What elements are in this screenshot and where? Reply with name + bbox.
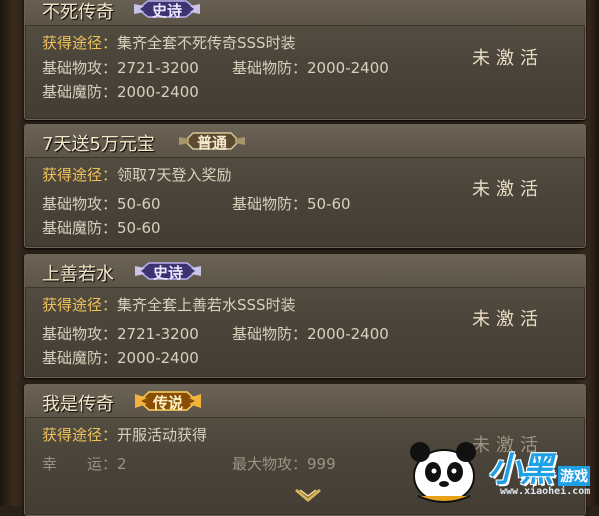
brand-text: 小黑 [488, 450, 554, 490]
rarity-badge-epic: 史诗 [134, 0, 200, 22]
fashion-card[interactable]: 不死传奇 史诗 获得途径：集齐全套不死传奇SSS时装 基础物攻：2721-320… [24, 0, 586, 120]
source-value: 集齐全套上善若水SSS时装 [117, 296, 296, 314]
card-title: 7天送5万元宝 [42, 134, 155, 155]
fashion-card[interactable]: 上善若水 史诗 获得途径：集齐全套上善若水SSS时装 基础物攻：2721-320… [24, 254, 586, 378]
source-row: 获得途径：开服活动获得 [42, 424, 207, 445]
attr-value: 2721-3200 [117, 325, 199, 343]
attr-value: 2000-2400 [117, 83, 199, 101]
attr-row-1: 基础物攻：2721-3200 [42, 57, 199, 78]
attr-value: 2000-2400 [307, 59, 389, 77]
source-label: 获得途径： [42, 34, 118, 52]
card-header: 7天送5万元宝 普通 [25, 125, 585, 158]
attr-value: 999 [307, 455, 336, 473]
attr-label: 幸 运： [42, 455, 118, 473]
attr-label: 基础物攻： [42, 325, 118, 343]
attr-label: 基础物攻： [42, 195, 118, 213]
attr-row-1: 基础物攻：2721-3200 [42, 323, 199, 344]
attr-label: 基础魔防： [42, 83, 118, 101]
attr-value: 2 [117, 455, 127, 473]
source-value: 开服活动获得 [117, 426, 208, 444]
status-inactive: 未激活 [472, 179, 544, 200]
card-header: 我是传奇 传说 [25, 385, 585, 418]
source-label: 获得途径： [42, 296, 118, 314]
attr-row-2: 基础魔防：2000-2400 [42, 81, 199, 102]
status-inactive: 未激活 [472, 309, 544, 330]
attr-label: 基础物攻： [42, 59, 118, 77]
attr-label: 基础魔防： [42, 219, 118, 237]
attr-row-2: 基础魔防：50-60 [42, 217, 161, 238]
source-row: 获得途径：集齐全套上善若水SSS时装 [42, 294, 296, 315]
badge-label: 史诗 [152, 264, 183, 282]
source-row: 获得途径：领取7天登入奖励 [42, 164, 232, 185]
panda-icon [410, 442, 476, 503]
attr-row-1: 幸 运：2 [42, 453, 127, 474]
rarity-badge-legend: 传说 [135, 388, 201, 414]
scroll-down-icon[interactable] [295, 488, 321, 504]
brand-games: 游戏 [558, 466, 590, 486]
card-title: 上善若水 [42, 264, 114, 285]
attr-col-2: 基础物防：2000-2400 [232, 323, 389, 344]
source-label: 获得途径： [42, 166, 118, 184]
attr-value: 50-60 [117, 219, 161, 237]
watermark-logo: 小黑 游戏 www.xiaohei.com [400, 438, 599, 506]
attr-value: 2000-2400 [307, 325, 389, 343]
attr-label: 基础物防： [232, 195, 308, 213]
card-title: 我是传奇 [42, 394, 114, 415]
brand-url: www.xiaohei.com [500, 486, 591, 497]
badge-label: 史诗 [151, 2, 182, 20]
attr-label: 基础魔防： [42, 349, 118, 367]
source-value: 集齐全套不死传奇SSS时装 [117, 34, 296, 52]
card-title: 不死传奇 [42, 2, 114, 23]
attr-value: 50-60 [307, 195, 351, 213]
attr-label: 基础物防： [232, 59, 308, 77]
attr-label: 最大物攻： [232, 455, 308, 473]
attr-col-2: 基础物防：2000-2400 [232, 57, 389, 78]
card-header: 上善若水 史诗 [25, 255, 585, 288]
card-header: 不死传奇 史诗 [25, 0, 585, 26]
fashion-list[interactable]: 不死传奇 史诗 获得途径：集齐全套不死传奇SSS时装 基础物攻：2721-320… [24, 0, 586, 516]
badge-label: 传说 [152, 394, 183, 412]
attr-value: 2721-3200 [117, 59, 199, 77]
attr-col-2: 基础物防：50-60 [232, 193, 351, 214]
source-value: 领取7天登入奖励 [117, 166, 232, 184]
attr-value: 2000-2400 [117, 349, 199, 367]
status-inactive: 未激活 [472, 48, 544, 69]
attr-row-1: 基础物攻：50-60 [42, 193, 161, 214]
rarity-badge-normal: 普通 [179, 128, 245, 154]
attr-col-2: 最大物攻：999 [232, 453, 336, 474]
attr-row-2: 基础魔防：2000-2400 [42, 347, 199, 368]
source-label: 获得途径： [42, 426, 118, 444]
rarity-badge-epic: 史诗 [135, 258, 201, 284]
badge-label: 普通 [196, 134, 227, 152]
source-row: 获得途径：集齐全套不死传奇SSS时装 [42, 32, 296, 53]
attr-label: 基础物防： [232, 325, 308, 343]
attr-value: 50-60 [117, 195, 161, 213]
fashion-card[interactable]: 7天送5万元宝 普通 获得途径：领取7天登入奖励 基础物攻：50-60 基础物防… [24, 124, 586, 248]
